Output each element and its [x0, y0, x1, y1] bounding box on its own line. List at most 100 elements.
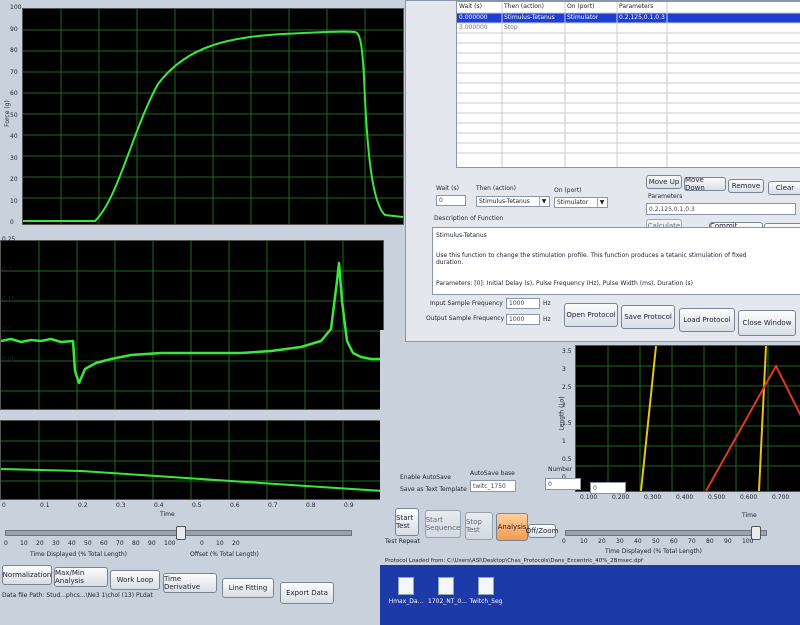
offset-label: Offset (% Total Length)	[190, 551, 259, 558]
remove-button[interactable]: Remove	[728, 179, 764, 193]
length-xtick: 0.500	[708, 494, 726, 501]
length-ytick: 1	[562, 438, 566, 445]
length-xlabel: Time	[742, 512, 757, 519]
export-data-button[interactable]: Export Data	[280, 582, 334, 604]
clear-button[interactable]: Clear	[768, 181, 800, 195]
protocol-dialog: Wait (s) Then (action) On (port) Parameters…	[405, 0, 800, 342]
max-min-analysis-button[interactable]: Max/Min Analysis	[54, 567, 108, 587]
slider-tick: 80	[132, 540, 140, 547]
autosave-base-field[interactable]: twitc_1750	[470, 480, 516, 492]
wait-label: Wait (s)	[436, 185, 459, 192]
force-ytick: 40	[10, 133, 18, 140]
length-ytick: 0.5	[562, 456, 572, 463]
protocol-loaded: Protocol Loaded from: C:\Users\ASI\Deskt…	[385, 558, 643, 564]
time-derivative-button[interactable]: Time Derivative	[163, 573, 217, 593]
desktop-file-icon[interactable]: Hmax_Da...	[388, 577, 424, 621]
autosave-base-label: AutoSave base	[470, 470, 515, 477]
signal-ytick: 0.2	[2, 266, 12, 273]
chevron-down-icon: ▼	[539, 197, 548, 206]
length-trace	[705, 363, 800, 492]
normalization-button[interactable]: Normalization	[2, 565, 52, 585]
slider-tick: 40	[68, 540, 76, 547]
output-frequency-field[interactable]: 1000	[506, 314, 540, 325]
bottom-plot-svg	[0, 421, 384, 499]
number-field-1[interactable]: 0	[545, 478, 581, 490]
time-xlabel: Time	[160, 511, 175, 518]
slider-tick: 50	[84, 540, 92, 547]
desktop-file-label: 1702_NT_0...	[428, 598, 467, 605]
protocol-table[interactable]: Wait (s) Then (action) On (port) Parameters…	[456, 1, 800, 168]
force-ytick: 20	[10, 176, 18, 183]
then-select-value: Stimulus-Tetanus	[479, 198, 530, 205]
parameters-field[interactable]: 0.2,125,0.1,0.3	[646, 203, 796, 215]
force-ytick: 100	[10, 4, 22, 11]
line-fitting-button[interactable]: Line Fitting	[222, 578, 274, 598]
analysis-button[interactable]: Analysis	[496, 513, 528, 541]
file-icon	[478, 577, 494, 595]
force-ytick: 30	[10, 154, 18, 162]
start-sequence-button[interactable]: Start Sequence	[425, 510, 461, 538]
force-ytick: 50	[10, 111, 18, 119]
slider-tick: 60	[100, 540, 108, 547]
signal-ytick: 0.1	[2, 326, 12, 333]
length-xtick: 0.700	[772, 494, 790, 501]
table-grid	[457, 2, 800, 167]
start-test-button[interactable]: Start Test	[395, 508, 419, 536]
offset-tick: 0	[200, 540, 204, 547]
right-time-slider[interactable]	[565, 526, 767, 540]
right-slider-tick: 50	[652, 538, 660, 545]
length-plot	[575, 345, 800, 492]
move-down-button[interactable]: Move Down	[684, 176, 726, 192]
wait-field[interactable]: 0	[436, 195, 466, 206]
input-frequency-field[interactable]: 1000	[506, 298, 540, 309]
signal-ytick: 0.05	[2, 356, 16, 363]
bottom-plot	[0, 420, 384, 500]
force-ytick: 10	[10, 197, 18, 205]
right-slider-tick: 90	[724, 538, 732, 545]
move-up-button[interactable]: Move Up	[646, 175, 682, 189]
length-ytick: 3	[562, 366, 566, 373]
length-xtick: 0.300	[644, 494, 662, 501]
work-loop-button[interactable]: Work Loop	[110, 570, 160, 590]
load-protocol-button[interactable]: Load Protocol	[679, 308, 735, 332]
time-xtick: 0.1	[40, 502, 50, 509]
time-displayed-slider[interactable]	[5, 526, 352, 540]
save-protocol-button[interactable]: Save Protocol	[621, 305, 675, 329]
on-label: On (port)	[554, 187, 582, 194]
desktop-file-icon[interactable]: 1702_NT_0...	[428, 577, 467, 621]
time-xtick: 0.2	[78, 502, 88, 509]
chevron-down-icon: ▼	[597, 198, 606, 207]
open-protocol-button[interactable]: Open Protocol	[564, 303, 618, 327]
then-label: Then (action)	[476, 185, 517, 192]
length-ytick: 2	[562, 402, 566, 409]
slider-tick: 20	[36, 540, 44, 547]
then-select[interactable]: Stimulus-Tetanus ▼	[476, 196, 550, 207]
length-xtick: 0.600	[740, 494, 758, 501]
force-ytick: 70	[10, 68, 18, 76]
off-zoom-button[interactable]: Off/Zoom	[526, 524, 558, 538]
save-as-text[interactable]: Save as Text Template	[400, 486, 467, 493]
description-params: Parameters: [0]: Initial Delay (s), Puls…	[436, 280, 693, 287]
stop-test-button[interactable]: Stop Test	[465, 512, 493, 540]
slider-tick: 0	[4, 540, 8, 547]
desktop-file-icon[interactable]: Twitch_Seg	[468, 577, 504, 621]
time-displayed-thumb[interactable]	[176, 526, 186, 540]
slider-tick: 100	[164, 540, 176, 547]
right-slider-tick: 40	[634, 538, 642, 545]
force-ytick: 80	[10, 47, 18, 54]
number-field-2[interactable]: 0	[590, 482, 626, 494]
taskbar: Hmax_Da... 1702_NT_0... Twitch_Seg	[380, 565, 800, 625]
close-window-button[interactable]: Close Window	[738, 310, 796, 336]
time-xtick: 0.6	[230, 502, 240, 509]
file-icon	[398, 577, 414, 595]
data-file-path: Data file Path: Stud...phcs...\Ne3 1\cho…	[2, 592, 153, 599]
on-select[interactable]: Stimulator ▼	[554, 197, 608, 208]
signal-plot-svg	[0, 241, 383, 409]
time-xtick: 0.3	[116, 502, 126, 509]
signal-trace	[0, 261, 383, 385]
enable-autosave[interactable]: Enable AutoSave	[400, 474, 451, 481]
right-slider-tick: 10	[580, 538, 588, 545]
force-plot-svg	[23, 9, 404, 224]
time-xtick: 0.4	[154, 502, 164, 509]
right-slider-tick: 60	[670, 538, 678, 545]
